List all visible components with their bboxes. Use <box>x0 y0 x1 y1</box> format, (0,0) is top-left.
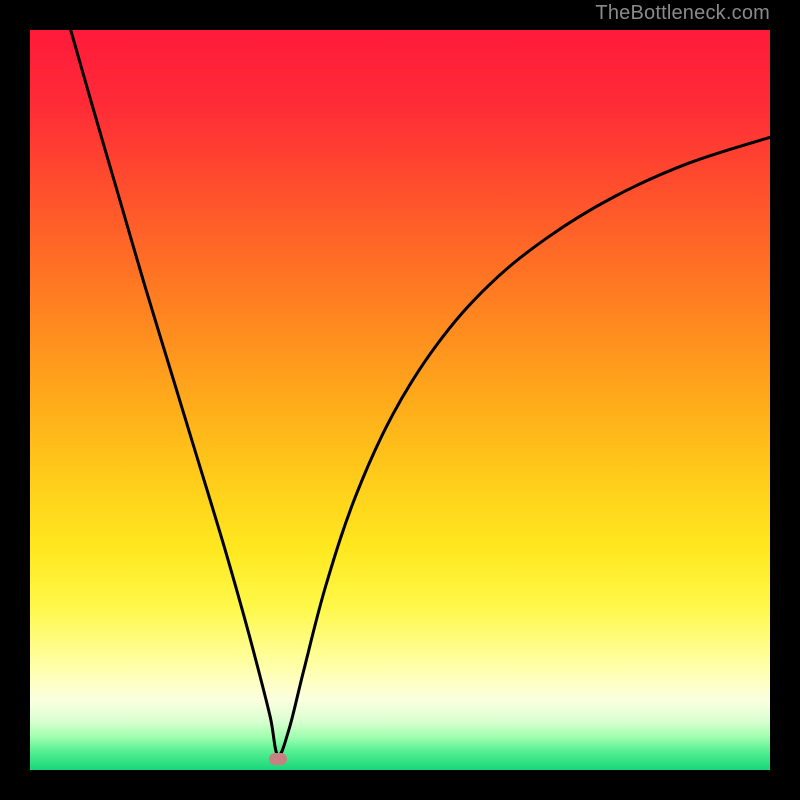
chart-frame: TheBottleneck.com <box>0 0 800 800</box>
plot-area <box>30 30 770 770</box>
watermark-label: TheBottleneck.com <box>595 2 770 25</box>
minimum-marker <box>269 753 287 765</box>
bottleneck-curve <box>71 30 770 755</box>
curve-layer <box>30 30 770 770</box>
